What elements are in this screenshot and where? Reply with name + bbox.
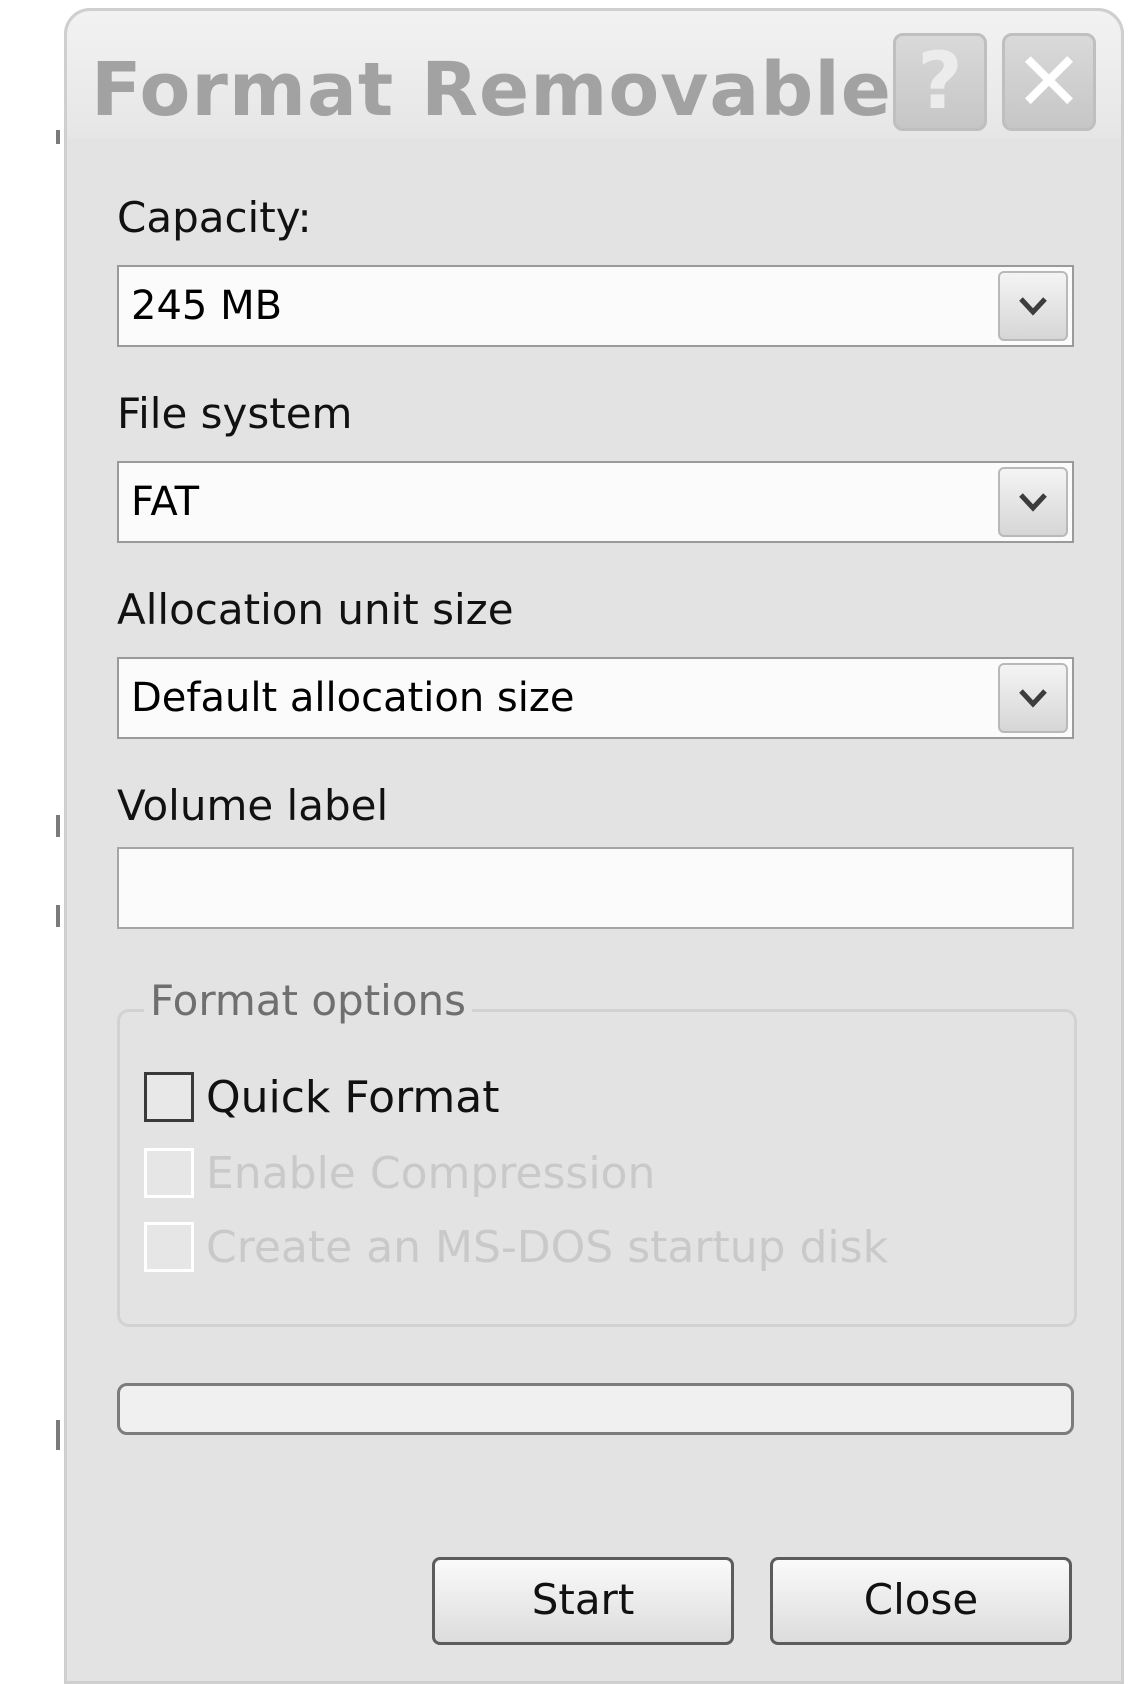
enable-compression-checkbox (144, 1148, 194, 1198)
title-bar[interactable]: Format Removable... ? ✕ (67, 11, 1121, 139)
close-window-button[interactable]: ✕ (1002, 33, 1096, 131)
background-edge-mark (56, 905, 60, 927)
format-progress-bar (117, 1383, 1074, 1435)
window-title: Format Removable... (91, 47, 980, 133)
quick-format-label[interactable]: Quick Format (206, 1072, 499, 1123)
file-system-label: File system (117, 389, 353, 438)
enable-compression-label: Enable Compression (206, 1148, 656, 1199)
quick-format-checkbox[interactable] (144, 1072, 194, 1122)
allocation-unit-dropdown[interactable]: Default allocation size (117, 657, 1074, 739)
format-dialog: Format Removable... ? ✕ Capacity: 245 MB… (64, 8, 1124, 1684)
chevron-down-icon (1019, 689, 1047, 708)
close-button[interactable]: Close (770, 1557, 1072, 1645)
page: Format Removable... ? ✕ Capacity: 245 MB… (0, 0, 1143, 1684)
help-icon: ? (917, 37, 963, 127)
capacity-value: 245 MB (131, 283, 283, 329)
background-edge-mark (56, 1420, 60, 1450)
volume-label-input[interactable] (117, 847, 1074, 929)
file-system-dropdown[interactable]: FAT (117, 461, 1074, 543)
volume-label-label: Volume label (117, 781, 389, 830)
format-options-group: Format options Quick Format Enable Compr… (117, 976, 1077, 1327)
msdos-startup-checkbox (144, 1222, 194, 1272)
allocation-unit-value: Default allocation size (131, 675, 575, 721)
allocation-unit-dropdown-button[interactable] (998, 663, 1068, 733)
msdos-startup-label: Create an MS-DOS startup disk (206, 1222, 889, 1273)
format-options-legend: Format options (144, 976, 473, 1025)
close-icon: ✕ (1014, 35, 1084, 130)
file-system-dropdown-button[interactable] (998, 467, 1068, 537)
allocation-unit-label: Allocation unit size (117, 585, 514, 634)
chevron-down-icon (1019, 493, 1047, 512)
capacity-dropdown-button[interactable] (998, 271, 1068, 341)
chevron-down-icon (1019, 297, 1047, 316)
background-edge-mark (56, 130, 60, 144)
help-button[interactable]: ? (893, 33, 987, 131)
file-system-value: FAT (131, 479, 200, 525)
capacity-label: Capacity: (117, 193, 312, 242)
background-edge-mark (56, 815, 60, 837)
capacity-dropdown[interactable]: 245 MB (117, 265, 1074, 347)
start-button[interactable]: Start (432, 1557, 734, 1645)
